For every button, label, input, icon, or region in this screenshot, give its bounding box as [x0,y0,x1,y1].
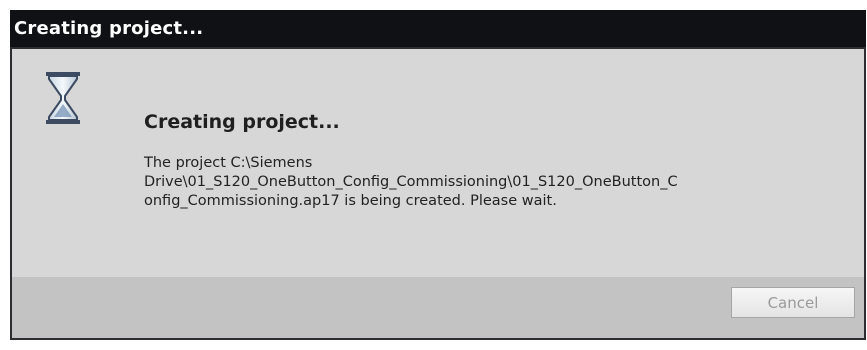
dialog-message: The project C:\Siemens Drive\01_S120_One… [144,155,678,209]
dialog-heading: Creating project... [144,111,340,133]
hourglass-icon [46,72,80,124]
creating-project-dialog: Creating project... Creating project... … [10,10,866,340]
dialog-title: Creating project... [10,10,866,47]
dialog-content: Creating project... The project C:\Sieme… [12,49,864,277]
dialog-footer: Cancel [12,277,864,338]
cancel-button[interactable]: Cancel [731,287,855,318]
